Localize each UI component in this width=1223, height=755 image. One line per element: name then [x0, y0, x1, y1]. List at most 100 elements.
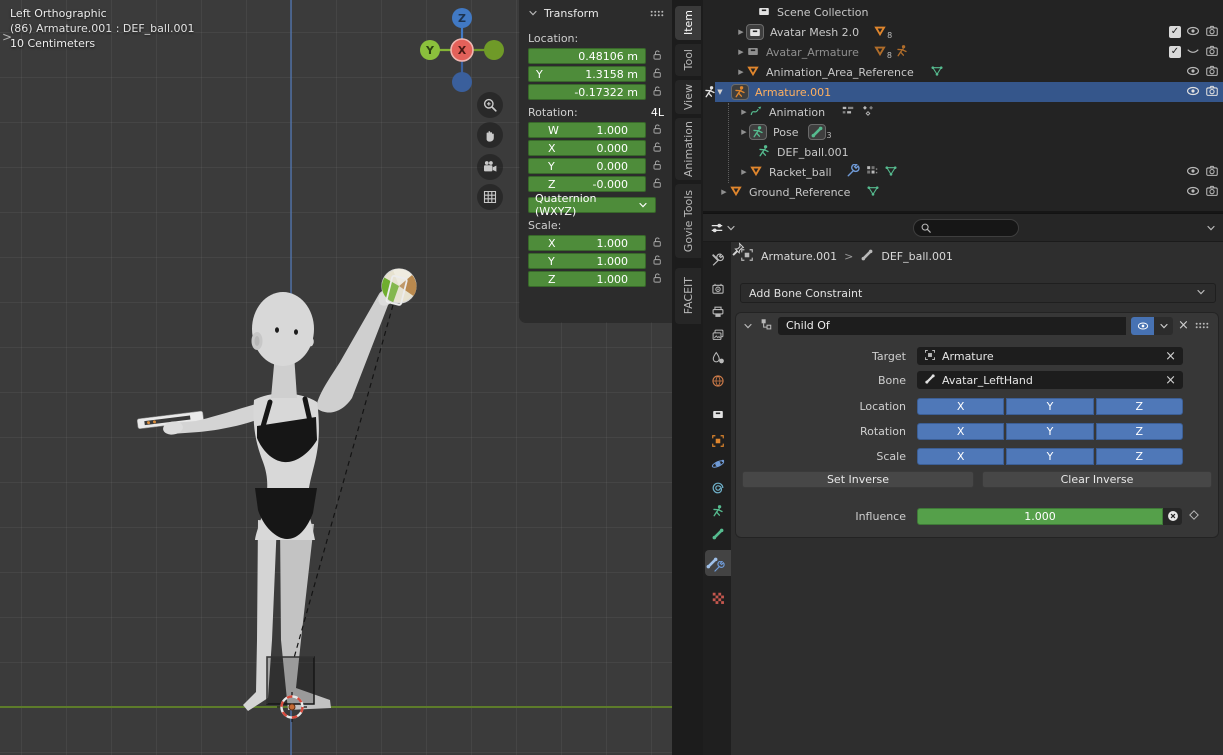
collapse-chevron-icon[interactable] — [527, 7, 539, 19]
rotation-w-field[interactable]: W1.000 — [528, 122, 646, 138]
camera-view-button[interactable] — [477, 154, 503, 180]
rotation-z-toggle[interactable]: Z — [1096, 423, 1183, 440]
lock-icon[interactable] — [646, 85, 668, 100]
location-z-field[interactable]: -0.17322 m — [528, 84, 646, 100]
tab-object-icon[interactable] — [710, 433, 726, 449]
scale-z-field[interactable]: Z1.000 — [528, 271, 646, 287]
tab-constraints-icon[interactable] — [710, 480, 726, 496]
breadcrumb-bone[interactable]: DEF_ball.001 — [881, 250, 953, 263]
rotation-mode-dropdown[interactable]: Quaternion (WXYZ) — [528, 197, 656, 213]
influence-slider[interactable]: 1.000 — [917, 508, 1163, 525]
hide-eye-icon[interactable] — [1186, 64, 1200, 81]
lock-icon[interactable] — [646, 141, 668, 156]
set-inverse-button[interactable]: Set Inverse — [742, 471, 974, 488]
lock-icon[interactable] — [646, 159, 668, 174]
disable-render-camera-icon[interactable] — [1205, 84, 1219, 101]
tab-bone-icon[interactable] — [710, 526, 726, 542]
gizmo-axis-z-neg[interactable] — [452, 72, 472, 92]
tab-collection-icon[interactable] — [710, 406, 726, 422]
tab-tool-icon[interactable] — [710, 252, 726, 268]
clear-bone-x[interactable]: × — [1165, 374, 1176, 387]
scale-x-field[interactable]: X1.000 — [528, 235, 646, 251]
disable-render-camera-icon[interactable] — [1205, 24, 1219, 41]
tab-output-icon[interactable] — [710, 304, 726, 320]
outliner-row-avatar-mesh[interactable]: ▶ Avatar Mesh 2.0 8 ✓ — [703, 22, 1223, 42]
rotation-z-field[interactable]: Z-0.000 — [528, 176, 646, 192]
clear-inverse-button[interactable]: Clear Inverse — [982, 471, 1212, 488]
tab-animation[interactable]: Animation — [675, 118, 701, 180]
tab-govie-tools[interactable]: Govie Tools — [675, 184, 701, 258]
hide-eye-icon[interactable] — [1186, 164, 1200, 181]
location-x-toggle[interactable]: X — [917, 398, 1004, 415]
panel-grip-icon[interactable] — [649, 8, 665, 19]
tab-texture-icon[interactable] — [710, 590, 726, 606]
rotation-y-field[interactable]: Y0.000 — [528, 158, 646, 174]
lock-icon[interactable] — [646, 272, 668, 287]
pan-hand-button[interactable] — [477, 122, 503, 148]
zoom-button[interactable] — [477, 92, 503, 118]
constraint-name-field[interactable]: Child Of — [778, 317, 1126, 335]
tab-item[interactable]: Item — [675, 6, 701, 40]
disable-render-camera-icon[interactable] — [1205, 44, 1219, 61]
tab-view-layer-icon[interactable] — [710, 327, 726, 343]
expand-icon[interactable]: ▶ — [719, 188, 729, 196]
gizmo-axis-y-neg[interactable] — [484, 40, 504, 60]
properties-search-input[interactable] — [913, 219, 1019, 237]
lock-icon[interactable] — [646, 49, 668, 64]
outliner-row-pose[interactable]: ▶ Pose 3 — [703, 122, 1223, 142]
exclude-checkbox[interactable]: ✓ — [1169, 26, 1181, 38]
scale-x-toggle[interactable]: X — [917, 448, 1004, 465]
hide-eye-icon[interactable] — [1186, 24, 1200, 41]
lock-icon[interactable] — [646, 177, 668, 192]
tab-faceit[interactable]: FACEIT — [675, 268, 701, 324]
hide-eye-icon[interactable] — [1186, 84, 1200, 101]
lock-icon[interactable] — [646, 236, 668, 251]
outliner-row-animation-area-reference[interactable]: ▶ Animation_Area_Reference — [703, 62, 1223, 82]
hidden-eye-closed-icon[interactable] — [1186, 44, 1200, 61]
clear-animation-icon[interactable] — [1163, 508, 1182, 525]
collapse-chevron-icon[interactable] — [742, 320, 754, 332]
outliner-row-armature-001-selected[interactable]: ▼ Armature.001 — [715, 82, 1223, 102]
tab-object-data-icon[interactable] — [710, 503, 726, 519]
delete-constraint-x[interactable]: × — [1178, 319, 1189, 332]
header-options-chevron[interactable] — [1205, 222, 1217, 237]
outliner-row-ground-reference[interactable]: ▶ Ground_Reference — [703, 182, 1223, 202]
exclude-checkbox[interactable]: ✓ — [1169, 46, 1181, 58]
lock-icon[interactable] — [646, 254, 668, 269]
bone-field[interactable]: Avatar_LeftHand × — [917, 371, 1183, 389]
keyframe-diamond-icon[interactable] — [1188, 509, 1200, 524]
lock-icon[interactable] — [646, 123, 668, 138]
outliner-row-def-ball[interactable]: DEF_ball.001 — [703, 142, 1223, 162]
breadcrumb-object[interactable]: Armature.001 — [761, 250, 837, 263]
tab-view[interactable]: View — [675, 80, 701, 114]
lock-icon[interactable] — [646, 67, 668, 82]
tab-bone-constraint-icon-active[interactable] — [705, 550, 731, 576]
expand-icon[interactable]: ▶ — [736, 28, 746, 36]
expand-icon[interactable]: ▶ — [739, 108, 749, 116]
rotation-x-toggle[interactable]: X — [917, 423, 1004, 440]
location-y-field[interactable]: Y1.3158 m — [528, 66, 646, 82]
expand-icon[interactable]: ▶ — [739, 128, 749, 136]
scale-z-toggle[interactable]: Z — [1096, 448, 1183, 465]
perspective-toggle-button[interactable] — [477, 184, 503, 210]
location-z-toggle[interactable]: Z — [1096, 398, 1183, 415]
tab-physics-icon[interactable] — [710, 456, 726, 472]
rotation-y-toggle[interactable]: Y — [1006, 423, 1093, 440]
tab-render-icon[interactable] — [710, 281, 726, 297]
tab-tool[interactable]: Tool — [675, 44, 701, 76]
scale-y-field[interactable]: Y1.000 — [528, 253, 646, 269]
tab-world-icon[interactable] — [710, 373, 726, 389]
expand-icon[interactable]: ▶ — [736, 68, 746, 76]
disable-render-camera-icon[interactable] — [1205, 164, 1219, 181]
expand-icon[interactable]: ▶ — [739, 168, 749, 176]
expand-icon[interactable]: ▶ — [736, 48, 746, 56]
editor-type-button[interactable] — [707, 218, 740, 238]
target-field[interactable]: Armature × — [917, 347, 1183, 365]
outliner-row-racket-ball[interactable]: ▶ Racket_ball — [703, 162, 1223, 182]
disable-render-camera-icon[interactable] — [1205, 184, 1219, 201]
clear-target-x[interactable]: × — [1165, 350, 1176, 363]
outliner-row-scene-collection[interactable]: Scene Collection — [703, 2, 1223, 22]
panel-title[interactable]: Transform — [544, 7, 649, 20]
add-bone-constraint-dropdown[interactable]: Add Bone Constraint — [740, 283, 1216, 303]
tab-scene-icon[interactable] — [710, 350, 726, 366]
